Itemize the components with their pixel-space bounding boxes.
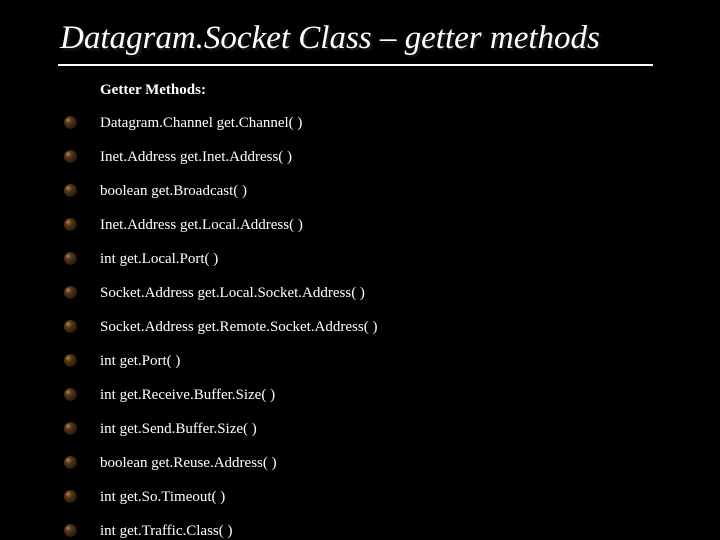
bullet-icon	[64, 286, 77, 299]
list-item-text: Inet.Address get.Local.Address( )	[100, 215, 690, 235]
bullet-icon	[64, 184, 77, 197]
list-item-text: int get.Local.Port( )	[100, 249, 690, 269]
bullet-icon	[64, 354, 77, 367]
title-underline	[58, 64, 653, 66]
slide: Datagram.Socket Class – getter methods G…	[0, 0, 720, 540]
section-heading: Getter Methods:	[100, 82, 690, 99]
content-area: Getter Methods: Datagram.Channel get.Cha…	[100, 82, 690, 540]
list-item: int get.Traffic.Class( )	[100, 521, 690, 540]
list-item-text: int get.Receive.Buffer.Size( )	[100, 385, 690, 405]
list-item-text: boolean get.Reuse.Address( )	[100, 453, 690, 473]
bullet-icon	[64, 150, 77, 163]
bullet-icon	[64, 252, 77, 265]
list-item: int get.Local.Port( )	[100, 249, 690, 269]
list-item-text: int get.Traffic.Class( )	[100, 521, 690, 540]
list-item: int get.Receive.Buffer.Size( )	[100, 385, 690, 405]
list-item: Inet.Address get.Local.Address( )	[100, 215, 690, 235]
list-item-text: Socket.Address get.Local.Socket.Address(…	[100, 283, 690, 303]
list-item-text: Datagram.Channel get.Channel( )	[100, 113, 690, 133]
list-item-text: Inet.Address get.Inet.Address( )	[100, 147, 690, 167]
bullet-icon	[64, 116, 77, 129]
list-item: int get.Port( )	[100, 351, 690, 371]
list-item: int get.Send.Buffer.Size( )	[100, 419, 690, 439]
list-item-text: int get.So.Timeout( )	[100, 487, 690, 507]
list-item: Socket.Address get.Remote.Socket.Address…	[100, 317, 690, 337]
list-item-text: int get.Port( )	[100, 351, 690, 371]
bullet-icon	[64, 320, 77, 333]
slide-title: Datagram.Socket Class – getter methods	[60, 20, 700, 57]
bullet-icon	[64, 388, 77, 401]
list-item-text: boolean get.Broadcast( )	[100, 181, 690, 201]
bullet-icon	[64, 456, 77, 469]
bullet-icon	[64, 490, 77, 503]
list-item: Inet.Address get.Inet.Address( )	[100, 147, 690, 167]
bullet-icon	[64, 524, 77, 537]
list-item: int get.So.Timeout( )	[100, 487, 690, 507]
list-item: Datagram.Channel get.Channel( )	[100, 113, 690, 133]
list-item: boolean get.Reuse.Address( )	[100, 453, 690, 473]
list-item-text: int get.Send.Buffer.Size( )	[100, 419, 690, 439]
list-item: boolean get.Broadcast( )	[100, 181, 690, 201]
list-item: Socket.Address get.Local.Socket.Address(…	[100, 283, 690, 303]
bullet-icon	[64, 218, 77, 231]
list-item-text: Socket.Address get.Remote.Socket.Address…	[100, 317, 690, 337]
bullet-icon	[64, 422, 77, 435]
